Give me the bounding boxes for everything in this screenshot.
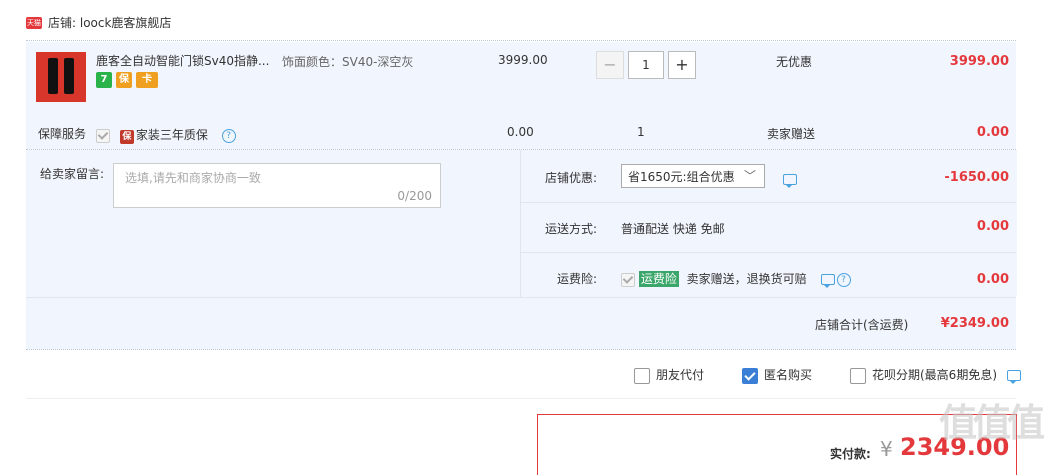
friend-pay-label: 朋友代付 xyxy=(656,368,705,382)
service-name: 家装三年质保 xyxy=(135,128,208,142)
service-label: 保障服务 xyxy=(38,127,87,141)
divider xyxy=(520,202,1016,203)
divider xyxy=(26,398,1016,399)
shipping-amount: 0.00 xyxy=(976,219,1009,234)
store-name[interactable]: 店铺: loock鹿客旗舰店 xyxy=(48,14,171,31)
door-lock-image xyxy=(64,58,74,94)
currency-symbol: ¥ xyxy=(880,437,893,461)
insurance-text: 卖家赠送，退换货可赔 xyxy=(686,272,807,286)
watermark-logo: 值值值 xyxy=(938,401,1045,445)
anonymous-option[interactable]: 匿名购买 xyxy=(742,366,812,384)
message-counter: 0/200 xyxy=(397,189,432,203)
huabei-checkbox[interactable] xyxy=(850,367,866,384)
quantity-stepper: − 1 + xyxy=(596,51,696,79)
shop-discount-selected: 省1650元:组合优惠 xyxy=(628,170,735,184)
door-lock-image xyxy=(48,58,58,94)
divider xyxy=(26,297,1016,298)
warranty-icon: 保 xyxy=(119,130,134,144)
service-option: 保家装三年质保 ? xyxy=(96,126,236,144)
shipping-label: 运送方式: xyxy=(545,222,598,236)
increase-button[interactable]: + xyxy=(668,51,696,79)
shipping-value: 普通配送 快递 免邮 xyxy=(621,222,725,236)
guarantee-icon: 保 xyxy=(116,72,132,88)
quantity-input[interactable]: 1 xyxy=(628,51,664,79)
divider xyxy=(26,40,1016,41)
shop-total-label: 店铺合计(含运费) xyxy=(815,318,909,332)
message-label: 给卖家留言: xyxy=(40,167,105,181)
product-spec: 饰面颜色：SV40-深空灰 xyxy=(282,55,414,69)
discount-info: 无优惠 xyxy=(776,55,813,69)
product-thumbnail[interactable] xyxy=(36,52,86,102)
insurance-checkbox[interactable] xyxy=(621,272,635,287)
friend-pay-option[interactable]: 朋友代付 xyxy=(634,366,704,384)
huabei-option[interactable]: 花呗分期(最高6期免息) xyxy=(850,366,1021,384)
friend-pay-checkbox[interactable] xyxy=(634,367,650,384)
shop-total-amount: ¥2349.00 xyxy=(940,316,1009,331)
anonymous-checkbox[interactable] xyxy=(742,367,758,384)
insurance-option: 运费险 卖家赠送，退换货可赔 ? xyxy=(621,270,851,288)
message-field[interactable]: 选填,请先和商家协商一致 0/200 xyxy=(113,163,441,208)
shop-discount-label: 店铺优惠: xyxy=(545,171,598,185)
seven-day-return-icon: 7 xyxy=(96,72,112,88)
service-quantity: 1 xyxy=(637,125,645,139)
divider xyxy=(26,349,1016,350)
insurance-label: 运费险: xyxy=(557,272,598,286)
divider xyxy=(520,252,1016,253)
service-gift: 卖家赠送 xyxy=(767,127,816,141)
insurance-tag: 运费险 xyxy=(638,271,679,287)
anonymous-label: 匿名购买 xyxy=(764,368,813,382)
store-header: 天猫 店铺: loock鹿客旗舰店 xyxy=(26,14,171,31)
chevron-down-icon: ﹀ xyxy=(743,169,756,183)
insurance-amount: 0.00 xyxy=(976,272,1009,287)
chat-icon[interactable] xyxy=(783,174,797,188)
chat-icon[interactable] xyxy=(820,274,835,288)
item-subtotal: 3999.00 xyxy=(949,54,1009,69)
decrease-button[interactable]: − xyxy=(596,51,624,79)
payment-label: 实付款: xyxy=(830,447,871,461)
tmall-icon: 天猫 xyxy=(26,16,42,29)
chat-icon[interactable] xyxy=(1006,370,1021,384)
service-price: 0.00 xyxy=(507,125,534,139)
card-pay-icon: 卡 xyxy=(136,72,158,88)
shop-discount-amount: -1650.00 xyxy=(944,170,1009,185)
unit-price: 3999.00 xyxy=(498,53,548,67)
product-badges: 7保卡 xyxy=(96,71,162,88)
service-checkbox[interactable] xyxy=(96,128,110,143)
help-icon[interactable]: ? xyxy=(221,128,236,143)
help-icon[interactable]: ? xyxy=(836,272,851,287)
huabei-label: 花呗分期(最高6期免息) xyxy=(872,368,997,382)
product-title[interactable]: 鹿客全自动智能门锁Sv40指静... xyxy=(96,52,269,69)
service-subtotal: 0.00 xyxy=(976,125,1009,140)
message-placeholder: 选填,请先和商家协商一致 xyxy=(125,171,261,185)
shop-discount-select[interactable]: 省1650元:组合优惠 ﹀ xyxy=(621,164,765,188)
